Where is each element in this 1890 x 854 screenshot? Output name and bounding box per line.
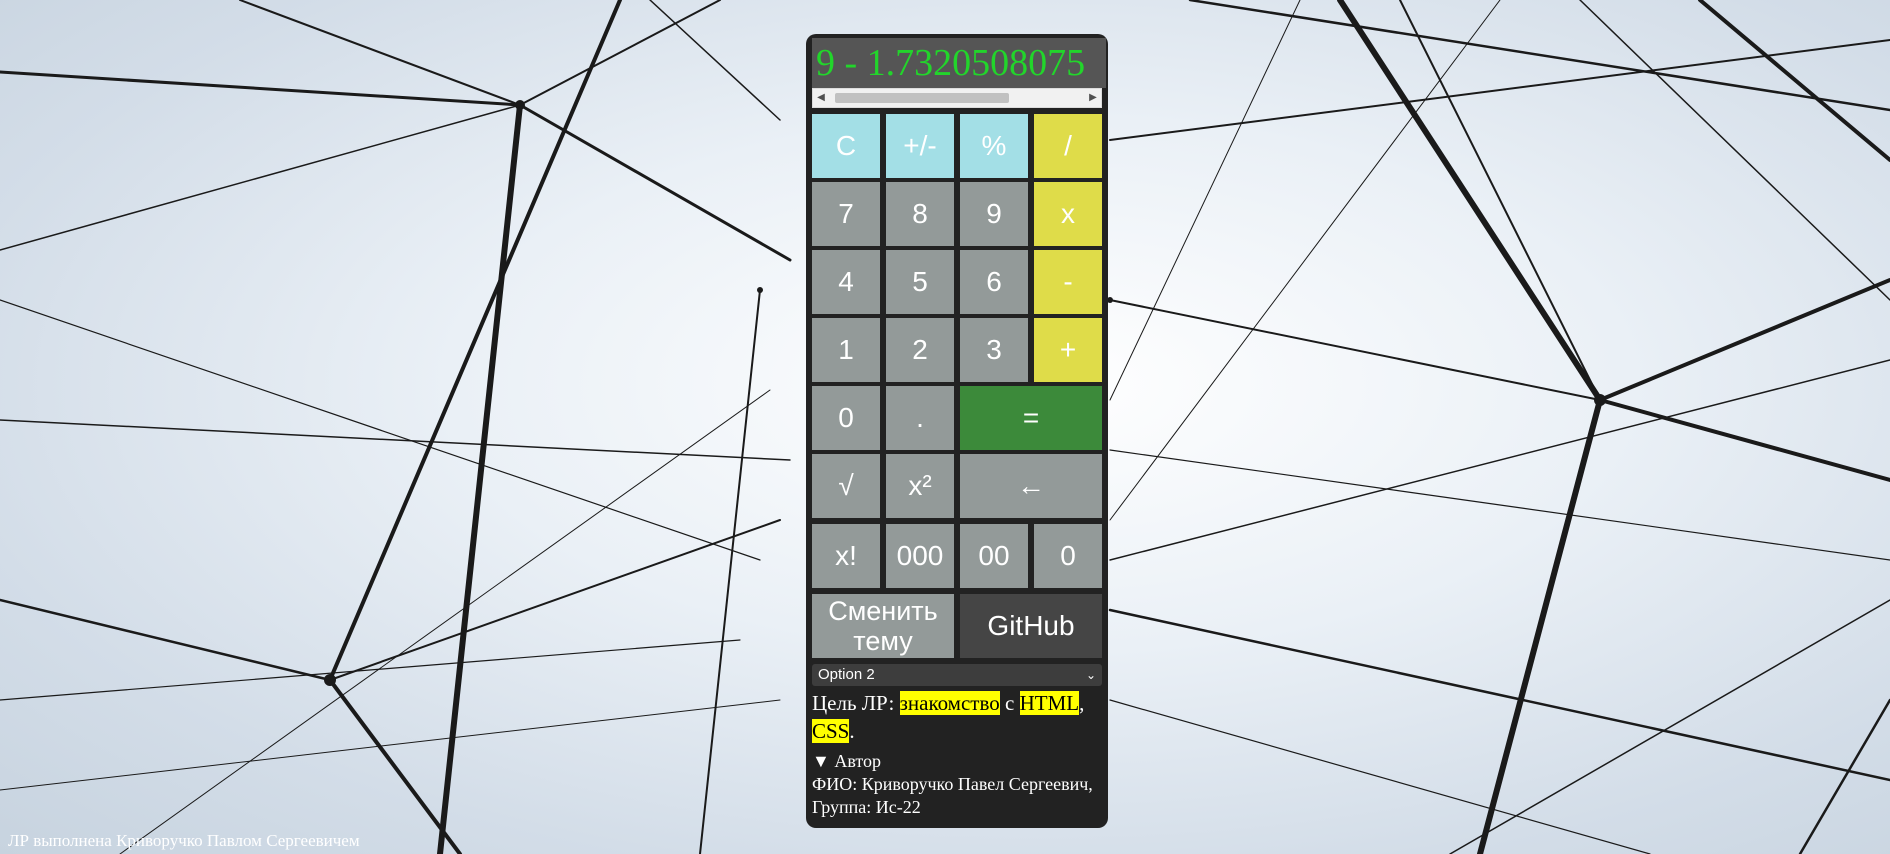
option-select[interactable]: Option 2 ⌄ (812, 664, 1102, 686)
goal-end: . (849, 719, 855, 743)
option-select-value: Option 2 (818, 666, 875, 683)
square-button[interactable]: x² (886, 454, 954, 518)
author-info: ФИО: Криворучко Павел Сергеевич, Группа:… (812, 774, 1093, 817)
triple-zero-button[interactable]: 000 (886, 524, 954, 588)
digit-6-button[interactable]: 6 (960, 250, 1028, 314)
square-root-button[interactable]: √ (812, 454, 880, 518)
goal-prefix: Цель ЛР: (812, 691, 900, 715)
digit-8-button[interactable]: 8 (886, 182, 954, 246)
percent-button[interactable]: % (960, 114, 1028, 178)
sign-toggle-button[interactable]: +/- (886, 114, 954, 178)
digit-5-button[interactable]: 5 (886, 250, 954, 314)
scroll-left-icon[interactable]: ◀ (813, 89, 829, 107)
decimal-point-button[interactable]: . (886, 386, 954, 450)
author-summary-toggle[interactable]: ▼ Автор (812, 750, 1102, 773)
zero-button-secondary[interactable]: 0 (1034, 524, 1102, 588)
display-scrollbar[interactable]: ◀ ▶ (812, 88, 1102, 108)
scrollbar-thumb[interactable] (835, 93, 1009, 103)
github-button[interactable]: GitHub (960, 594, 1102, 658)
scroll-right-icon[interactable]: ▶ (1085, 89, 1101, 107)
multiply-button[interactable]: x (1034, 182, 1102, 246)
divide-button[interactable]: / (1034, 114, 1102, 178)
lab-goal-text: Цель ЛР: знакомство с HTML, CSS. (812, 689, 1102, 745)
change-theme-button[interactable]: Сменить тему (812, 594, 954, 658)
digit-9-button[interactable]: 9 (960, 182, 1028, 246)
plus-button[interactable]: + (1034, 318, 1102, 382)
goal-comma: , (1079, 691, 1085, 715)
goal-highlight-css: CSS (812, 719, 850, 743)
calculator-display: 9 - 1.7320508075 (812, 38, 1106, 88)
goal-middle: с (999, 691, 1020, 715)
author-details: ▼ Автор ФИО: Криворучко Павел Сергеевич,… (812, 750, 1102, 819)
digit-4-button[interactable]: 4 (812, 250, 880, 314)
double-zero-button[interactable]: 00 (960, 524, 1028, 588)
chevron-down-icon: ⌄ (1085, 668, 1096, 682)
digit-1-button[interactable]: 1 (812, 318, 880, 382)
digit-3-button[interactable]: 3 (960, 318, 1028, 382)
backspace-button[interactable]: ← (960, 454, 1102, 518)
digit-7-button[interactable]: 7 (812, 182, 880, 246)
minus-button[interactable]: - (1034, 250, 1102, 314)
digit-0-button[interactable]: 0 (812, 386, 880, 450)
equals-button[interactable]: = (960, 386, 1102, 450)
goal-highlight-acquaintance: знакомство (899, 691, 1000, 715)
footer-credit: ЛР выполнена Криворучко Павлом Сергеевич… (8, 831, 360, 850)
factorial-button[interactable]: x! (812, 524, 880, 588)
goal-highlight-html: HTML (1019, 691, 1080, 715)
calculator: 9 - 1.7320508075 ◀ ▶ C +/- % / 7 8 9 x 4… (806, 34, 1108, 828)
clear-button[interactable]: C (812, 114, 880, 178)
digit-2-button[interactable]: 2 (886, 318, 954, 382)
